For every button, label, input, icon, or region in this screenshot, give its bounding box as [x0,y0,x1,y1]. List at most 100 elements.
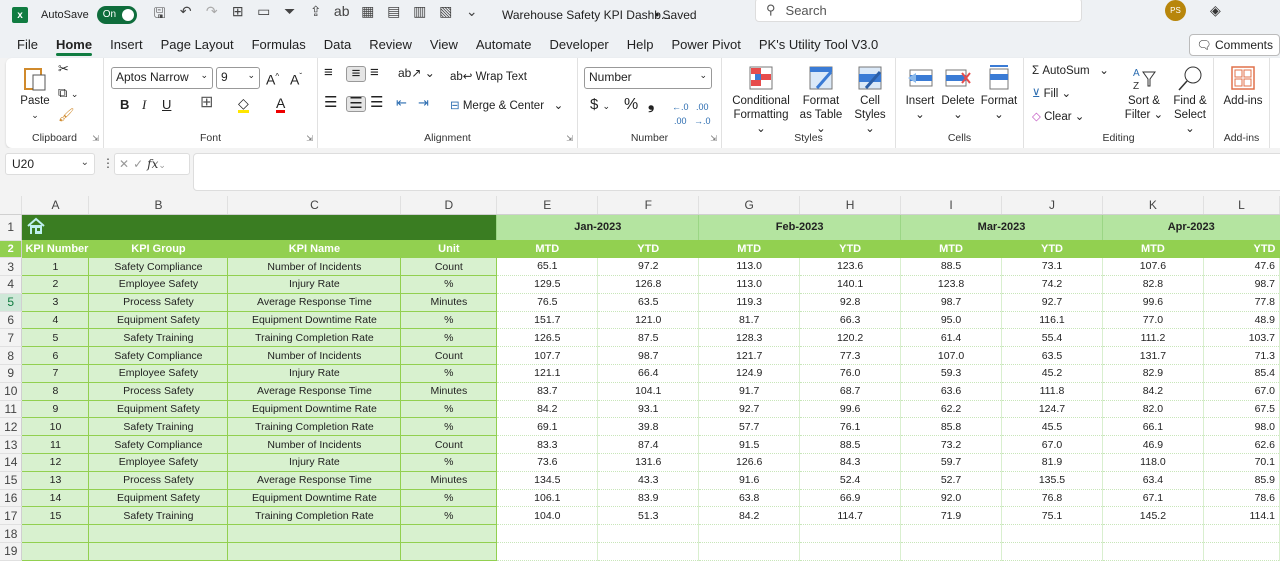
spelling-icon[interactable]: ab [333,3,351,27]
cell-k5[interactable]: 99.6 [1102,293,1204,312]
cell-h16[interactable]: 66.9 [799,489,902,508]
align-middle-icon[interactable]: ≡ [346,66,366,82]
cell-d7[interactable]: % [400,328,498,348]
picture-icon[interactable]: ▭ [255,3,273,27]
row-header-18[interactable]: 18 [0,524,23,544]
cell-c7[interactable]: Training Completion Rate [227,328,402,348]
number-launcher-icon[interactable]: ⇲ [710,134,717,143]
cell-a16[interactable]: 14 [21,488,90,508]
tab-formulas[interactable]: Formulas [243,30,315,58]
cell-h12[interactable]: 76.1 [799,417,902,437]
cell-l3[interactable]: 47.6 [1203,257,1280,277]
cell-i8[interactable]: 107.0 [900,346,1003,366]
cell-g8[interactable]: 121.7 [698,346,801,366]
wrap-text-button[interactable]: ab↩ Wrap Text [450,70,527,84]
increase-indent-icon[interactable]: ⇥ [418,96,429,110]
cell-f14[interactable]: 131.6 [597,453,700,472]
cell-f15[interactable]: 43.3 [597,471,700,490]
clipboard-launcher-icon[interactable]: ⇲ [92,134,99,143]
calculator-icon[interactable]: ▤ [385,3,403,27]
cell-j9[interactable]: 45.2 [1001,364,1103,383]
redo-icon[interactable]: ↷ [203,3,221,27]
cell-e16[interactable]: 106.1 [496,489,599,508]
cell-l9[interactable]: 85.4 [1203,364,1280,383]
align-right-icon[interactable]: ☰ [370,95,383,110]
tab-insert[interactable]: Insert [101,30,152,58]
tab-review[interactable]: Review [360,30,421,58]
cell-d16[interactable]: % [400,488,498,508]
column-header-f[interactable]: F [597,196,700,215]
cell-e13[interactable]: 83.3 [496,435,599,455]
cell-g15[interactable]: 91.6 [698,471,801,490]
cell-e17[interactable]: 104.0 [496,506,599,526]
cell-d8[interactable]: Count [400,346,498,366]
format-painter-icon[interactable]: 🖌 [58,108,75,122]
cell-h14[interactable]: 84.3 [799,453,902,472]
cell-g5[interactable]: 119.3 [698,293,801,312]
comma-button[interactable]: ❟ [648,97,654,113]
tab-page-layout[interactable]: Page Layout [152,30,243,58]
cell-l18[interactable] [1203,524,1280,544]
column-header-g[interactable]: G [698,196,801,215]
cell-l7[interactable]: 103.7 [1203,328,1280,348]
cell-f5[interactable]: 63.5 [597,293,700,312]
cell-j3[interactable]: 73.1 [1001,257,1103,277]
cell-a10[interactable]: 8 [21,381,90,401]
cell-j13[interactable]: 67.0 [1001,435,1103,455]
cell-h9[interactable]: 76.0 [799,364,902,383]
italic-button[interactable]: I [142,98,146,112]
cell-b8[interactable]: Safety Compliance [88,346,229,366]
cell-f13[interactable]: 87.4 [597,435,700,455]
cell-j16[interactable]: 76.8 [1001,489,1103,508]
cell-a13[interactable]: 11 [21,435,90,455]
cell-d15[interactable]: Minutes [400,470,498,490]
cell-c8[interactable]: Number of Incidents [227,346,402,366]
cell-b4[interactable]: Employee Safety [88,275,229,294]
cell-i11[interactable]: 62.2 [900,400,1003,419]
cell-j14[interactable]: 81.9 [1001,453,1103,472]
cell-h8[interactable]: 77.3 [799,346,902,366]
cell-d3[interactable]: Count [400,257,498,277]
cell-h11[interactable]: 99.6 [799,400,902,419]
cell-f11[interactable]: 93.1 [597,400,700,419]
cell-d6[interactable]: % [400,310,498,330]
home-icon[interactable] [26,217,46,238]
cell-k9[interactable]: 82.9 [1102,364,1204,383]
decrease-font-icon[interactable]: Aˇ [290,70,302,87]
cell-k13[interactable]: 46.9 [1102,435,1204,455]
cell-b3[interactable]: Safety Compliance [88,257,229,277]
cell-f10[interactable]: 104.1 [597,382,700,401]
cell-j4[interactable]: 74.2 [1001,275,1103,294]
filter-icon[interactable]: ⏷ [281,3,299,27]
enter-icon[interactable]: ✓ [133,157,147,171]
cell-i5[interactable]: 98.7 [900,293,1003,312]
cell-d13[interactable]: Count [400,435,498,455]
cell-b10[interactable]: Process Safety [88,381,229,401]
premium-diamond-icon[interactable]: ◈ [1210,2,1221,19]
cell-a15[interactable]: 13 [21,470,90,490]
row-header-12[interactable]: 12 [0,417,23,437]
row-header-14[interactable]: 14 [0,453,23,472]
cell-e19[interactable] [496,542,599,561]
cell-b6[interactable]: Equipment Safety [88,310,229,330]
cell-i9[interactable]: 59.3 [900,364,1003,383]
cell-h7[interactable]: 120.2 [799,328,902,348]
column-header-d[interactable]: D [400,196,498,215]
underline-button[interactable]: U [162,98,171,112]
percent-button[interactable]: % [624,97,638,113]
cell-j12[interactable]: 45.5 [1001,417,1103,437]
cell-g12[interactable]: 57.7 [698,417,801,437]
cell-e7[interactable]: 126.5 [496,328,599,348]
merge-center-button[interactable]: ⊟ Merge & Center ⌄ [450,99,563,113]
cell-g10[interactable]: 91.7 [698,382,801,401]
cell-styles-button[interactable]: Cell Styles ⌄ [850,64,890,136]
cell-h10[interactable]: 68.7 [799,382,902,401]
borders-icon[interactable]: ⊞ [200,95,213,111]
autosum-button[interactable]: Σ AutoSum ⌄ [1032,64,1109,78]
cell-c5[interactable]: Average Response Time [227,292,402,312]
cell-b9[interactable]: Employee Safety [88,364,229,383]
cell-l11[interactable]: 67.5 [1203,400,1280,419]
font-launcher-icon[interactable]: ⇲ [306,134,313,143]
tab-view[interactable]: View [421,30,467,58]
cell-c17[interactable]: Training Completion Rate [227,506,402,526]
